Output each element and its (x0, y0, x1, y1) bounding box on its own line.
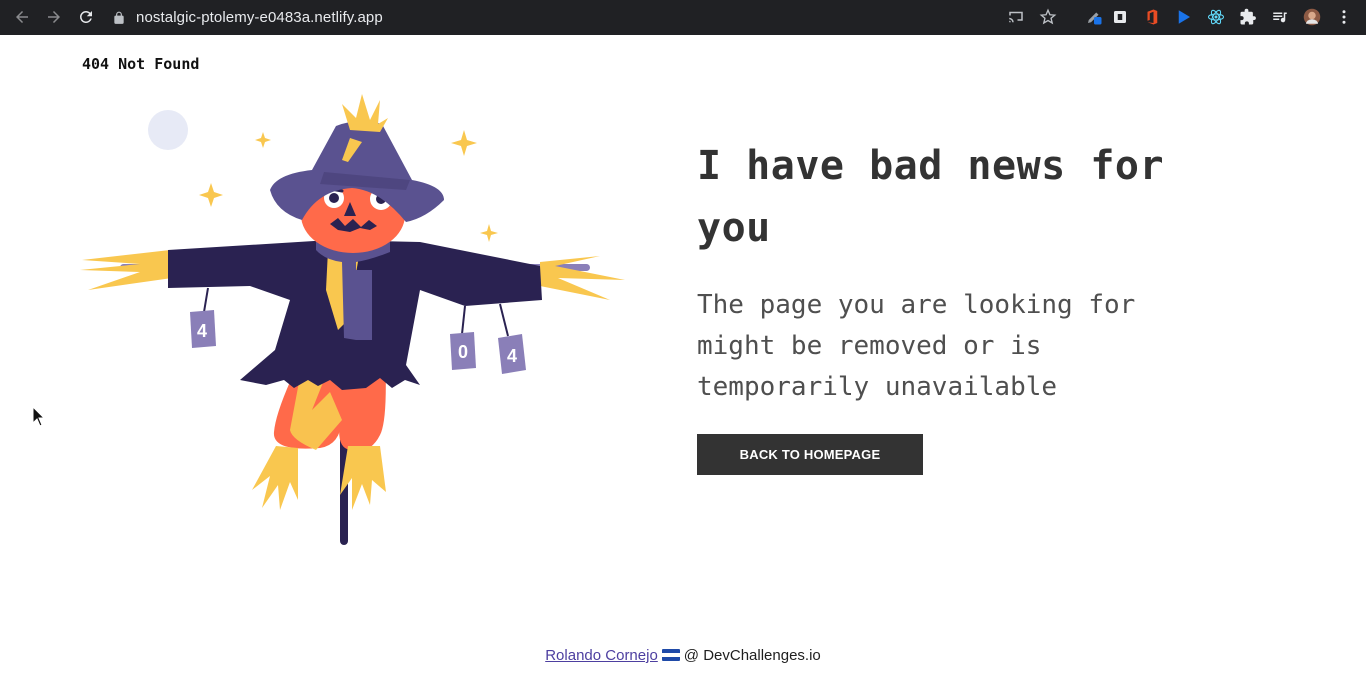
box-extension-icon (1114, 11, 1126, 23)
reload-button[interactable] (73, 4, 99, 30)
star-icon (1039, 8, 1057, 25)
url-text: nostalgic-ptolemy-e0483a.netlify.app (136, 9, 383, 26)
extension-react[interactable] (1206, 7, 1226, 27)
can-left-label: 4 (197, 321, 207, 341)
browser-menu-button[interactable] (1334, 7, 1354, 27)
can-right-label: 4 (507, 346, 517, 366)
address-bar[interactable]: nostalgic-ptolemy-e0483a.netlify.app (112, 0, 383, 35)
arrow-left-icon (16, 11, 28, 23)
moon-shape (148, 110, 188, 150)
mouse-cursor-icon (32, 406, 46, 427)
bookmark-button[interactable] (1038, 7, 1058, 27)
author-link[interactable]: Rolando Cornejo (545, 647, 658, 664)
office-extension-icon (1147, 9, 1158, 25)
can-left: 4 (190, 310, 216, 348)
scarecrow-illustration: 4 0 4 (80, 94, 625, 545)
playlist-icon (1273, 12, 1287, 23)
page-subtext: The page you are looking for might be re… (697, 290, 1136, 402)
message-panel: I have bad news for you The page you are… (697, 135, 1217, 475)
page-headline: I have bad news for you (697, 143, 1165, 251)
page-body: 404 Not Found 4 0 4 I have bad news for … (0, 35, 1366, 679)
extension-pen[interactable] (1084, 7, 1104, 27)
play-extension-icon (1178, 10, 1190, 24)
extension-box[interactable] (1110, 7, 1130, 27)
forward-button[interactable] (41, 4, 67, 30)
can-right: 4 (498, 334, 526, 374)
back-button[interactable] (9, 4, 35, 30)
lock-icon (114, 11, 124, 24)
back-to-homepage-button[interactable]: BACK TO HOMEPAGE (697, 434, 923, 475)
site-title: 404 Not Found (82, 55, 200, 73)
el-salvador-flag-icon (661, 649, 680, 661)
right-straw-hand (540, 256, 625, 300)
puzzle-icon (1240, 8, 1256, 25)
media-button[interactable] (1270, 7, 1290, 27)
footer: Rolando Cornejo @ DevChallenges.io (0, 647, 1366, 664)
avatar-icon (1303, 8, 1321, 26)
can-middle: 0 (450, 332, 476, 370)
footer-suffix: @ DevChallenges.io (683, 647, 821, 664)
more-vertical-icon (1342, 10, 1346, 24)
browser-toolbar: nostalgic-ptolemy-e0483a.netlify.app (0, 0, 1366, 35)
react-icon (1207, 9, 1225, 25)
can-middle-label: 0 (458, 342, 468, 362)
arrow-right-icon (48, 11, 60, 23)
cast-button[interactable] (1006, 7, 1026, 27)
reload-icon (79, 10, 92, 23)
extension-play[interactable] (1174, 7, 1194, 27)
extension-office[interactable] (1142, 7, 1162, 27)
cast-icon (1009, 11, 1023, 23)
profile-avatar[interactable] (1302, 7, 1322, 27)
pen-extension-icon (1088, 12, 1102, 25)
left-straw-hand (80, 250, 172, 290)
extensions-button[interactable] (1238, 7, 1258, 27)
